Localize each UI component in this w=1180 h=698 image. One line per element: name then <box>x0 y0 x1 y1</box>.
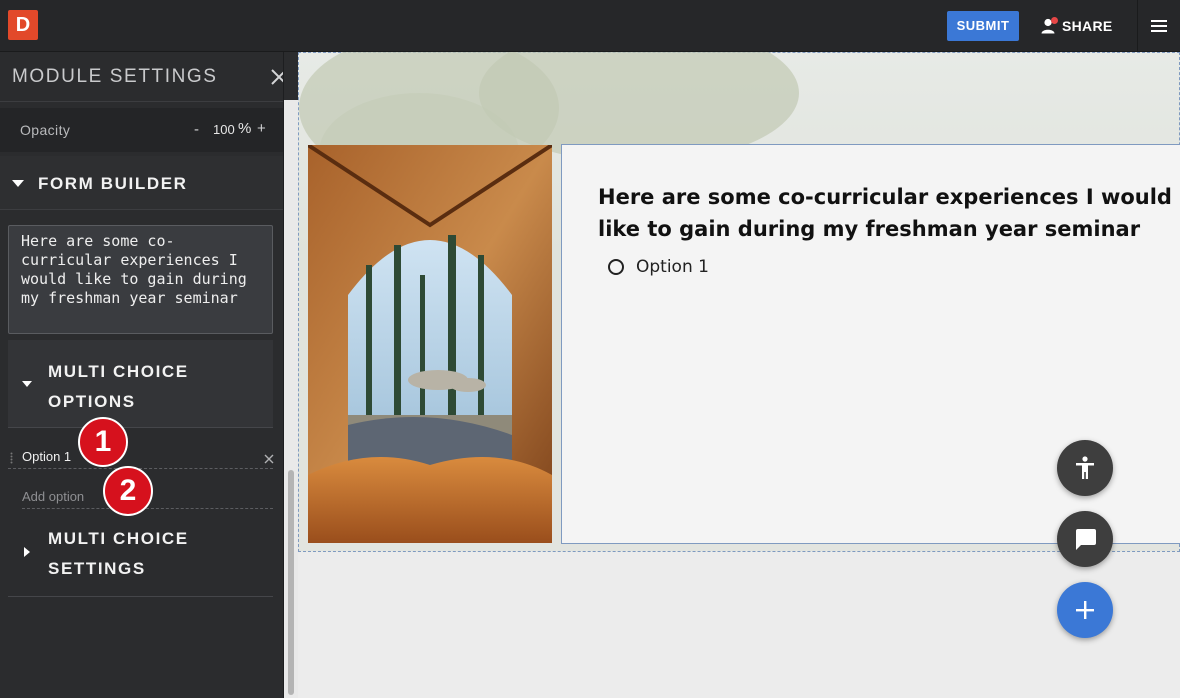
opacity-increase-button[interactable]: + <box>257 120 266 137</box>
form-question: Here are some co-curricular experiences … <box>598 185 1172 241</box>
radio-label: Option 1 <box>636 257 709 277</box>
multi-choice-settings-label: MULTI CHOICE SETTINGS <box>48 529 189 578</box>
top-bar: D SUBMIT SHARE <box>0 0 1180 52</box>
accessibility-icon[interactable] <box>1057 440 1113 496</box>
share-label: SHARE <box>1062 18 1113 34</box>
form-builder-section[interactable]: FORM BUILDER <box>0 156 283 210</box>
multi-choice-settings-section[interactable]: MULTI CHOICE SETTINGS <box>8 517 273 597</box>
share-button[interactable]: SHARE <box>1040 14 1113 38</box>
opacity-control: Opacity - 100 % + <box>0 108 283 152</box>
annotation-badge-1: 1 <box>78 417 128 467</box>
multi-choice-options-label: MULTI CHOICE OPTIONS <box>48 362 189 411</box>
radio-option[interactable]: Option 1 <box>608 257 709 277</box>
opacity-value: 100 <box>213 122 235 137</box>
option-text-input[interactable]: Option 1 <box>22 449 71 464</box>
sidebar-header: MODULE SETTINGS <box>0 52 283 102</box>
chat-icon[interactable] <box>1057 511 1113 567</box>
option-row[interactable]: Option 1 <box>8 444 274 469</box>
notification-dot <box>1051 17 1058 24</box>
question-text-input[interactable]: Here are some co-curricular experiences … <box>8 225 273 334</box>
opacity-label: Opacity <box>20 122 71 138</box>
plus-icon[interactable] <box>1057 582 1113 638</box>
caret-down-icon <box>22 381 32 387</box>
caret-right-icon <box>24 547 30 557</box>
annotation-badge-2: 2 <box>103 466 153 516</box>
close-icon[interactable] <box>270 68 283 86</box>
remove-icon[interactable] <box>264 451 274 464</box>
submit-button[interactable]: SUBMIT <box>947 11 1019 41</box>
page-canvas: Here are some co-curricular experiences … <box>298 52 1180 698</box>
radio-button[interactable] <box>608 259 624 275</box>
add-option-placeholder: Add option <box>22 489 85 504</box>
drag-handle-icon[interactable] <box>10 451 13 464</box>
caret-down-icon <box>12 180 24 187</box>
sidebar-scrollbar-thumb[interactable] <box>288 470 294 695</box>
opacity-unit: % <box>238 120 252 137</box>
module-settings-sidebar: MODULE SETTINGS Opacity - 100 % + FORM B… <box>0 52 284 698</box>
hamburger-menu-icon[interactable] <box>1137 0 1180 52</box>
app-logo[interactable]: D <box>8 10 38 40</box>
opacity-decrease-button[interactable]: - <box>194 121 199 138</box>
person-icon <box>1040 17 1058 35</box>
form-builder-label: FORM BUILDER <box>38 174 188 193</box>
multi-choice-options-section[interactable]: MULTI CHOICE OPTIONS <box>8 340 273 428</box>
sidebar-title: MODULE SETTINGS <box>12 66 218 87</box>
tent-photo[interactable] <box>308 145 552 543</box>
